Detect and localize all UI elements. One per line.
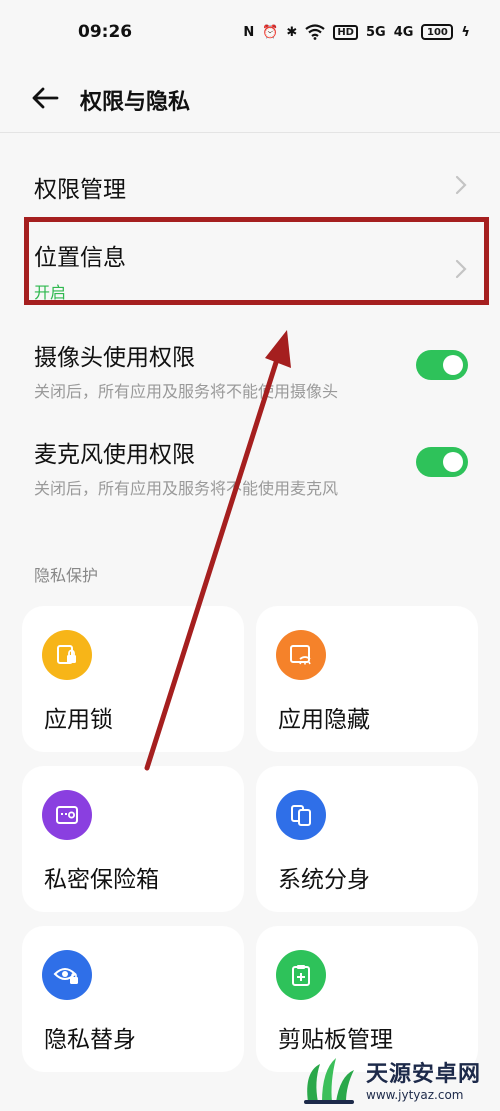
nfc-icon: N — [243, 24, 255, 40]
app-lock-card[interactable]: 应用锁 — [22, 606, 244, 752]
watermark: 天源安卓网 www.jytyaz.com — [300, 1046, 500, 1111]
lock-icon — [57, 645, 76, 664]
watermark-name: 天源安卓网 — [366, 1061, 482, 1087]
toggle-knob — [443, 355, 463, 375]
back-button[interactable] — [28, 84, 62, 112]
card-label: 隐私替身 — [44, 1027, 136, 1053]
card-label: 应用隐藏 — [278, 707, 370, 733]
signal-4g-icon: 4G — [393, 24, 414, 40]
watermark-text: 天源安卓网 www.jytyaz.com — [366, 1056, 481, 1102]
status-icons: N ⏰ ✱ HD 5G 4G 100 ϟ — [243, 24, 470, 40]
eye-lock-icon — [53, 968, 78, 984]
row-description: 关闭后，所有应用及服务将不能使用摄像头 — [34, 382, 339, 401]
card-label: 应用锁 — [44, 707, 113, 733]
section-label: 隐私保护 — [34, 566, 99, 585]
privacy-identity-card[interactable]: 隐私替身 — [22, 926, 244, 1072]
status-time: 09:26 — [78, 22, 133, 42]
header: 权限与隐私 — [0, 64, 500, 132]
watermark-url: www.jytyaz.com — [366, 1087, 464, 1102]
safe-icon — [56, 806, 78, 824]
camera-toggle[interactable] — [416, 350, 468, 380]
private-vault-card[interactable]: 私密保险箱 — [22, 766, 244, 912]
clone-icon — [291, 805, 311, 826]
app-lock-icon — [42, 630, 92, 680]
privacy-identity-icon — [42, 950, 92, 1000]
hd-icon: HD — [333, 24, 358, 40]
wifi-icon — [305, 24, 325, 40]
back-arrow-icon — [32, 87, 59, 109]
hidden-window-icon — [290, 645, 311, 665]
microphone-permission-row: 麦克风使用权限 关闭后，所有应用及服务将不能使用麦克风 — [0, 425, 500, 505]
app-hide-icon — [276, 630, 326, 680]
status-bar: 09:26 N ⏰ ✱ HD 5G 4G 100 ϟ — [0, 0, 500, 64]
bluetooth-icon: ✱ — [286, 24, 298, 40]
battery-icon: 100 — [421, 24, 454, 40]
permission-management-row[interactable]: 权限管理 — [0, 150, 500, 220]
toggle-knob — [443, 452, 463, 472]
camera-permission-row: 摄像头使用权限 关闭后，所有应用及服务将不能使用摄像头 — [0, 328, 500, 408]
highlight-box — [24, 217, 489, 305]
row-title: 麦克风使用权限 — [34, 442, 195, 468]
app-hide-card[interactable]: 应用隐藏 — [256, 606, 478, 752]
clipboard-icon — [276, 950, 326, 1000]
card-label: 私密保险箱 — [44, 867, 159, 893]
system-clone-icon — [276, 790, 326, 840]
charging-icon: ϟ — [461, 24, 470, 40]
card-label: 系统分身 — [278, 867, 370, 893]
microphone-toggle[interactable] — [416, 447, 468, 477]
row-description: 关闭后，所有应用及服务将不能使用麦克风 — [34, 479, 339, 498]
vault-icon — [42, 790, 92, 840]
system-clone-card[interactable]: 系统分身 — [256, 766, 478, 912]
header-divider — [0, 132, 500, 133]
clipboard-plus-icon — [292, 965, 310, 986]
page-title: 权限与隐私 — [80, 90, 191, 115]
row-title: 摄像头使用权限 — [34, 345, 195, 371]
chevron-right-icon — [455, 175, 467, 195]
alarm-icon: ⏰ — [262, 24, 279, 40]
watermark-logo-icon — [304, 1057, 354, 1104]
signal-5g-icon: 5G — [365, 24, 386, 40]
row-title: 权限管理 — [34, 177, 126, 203]
